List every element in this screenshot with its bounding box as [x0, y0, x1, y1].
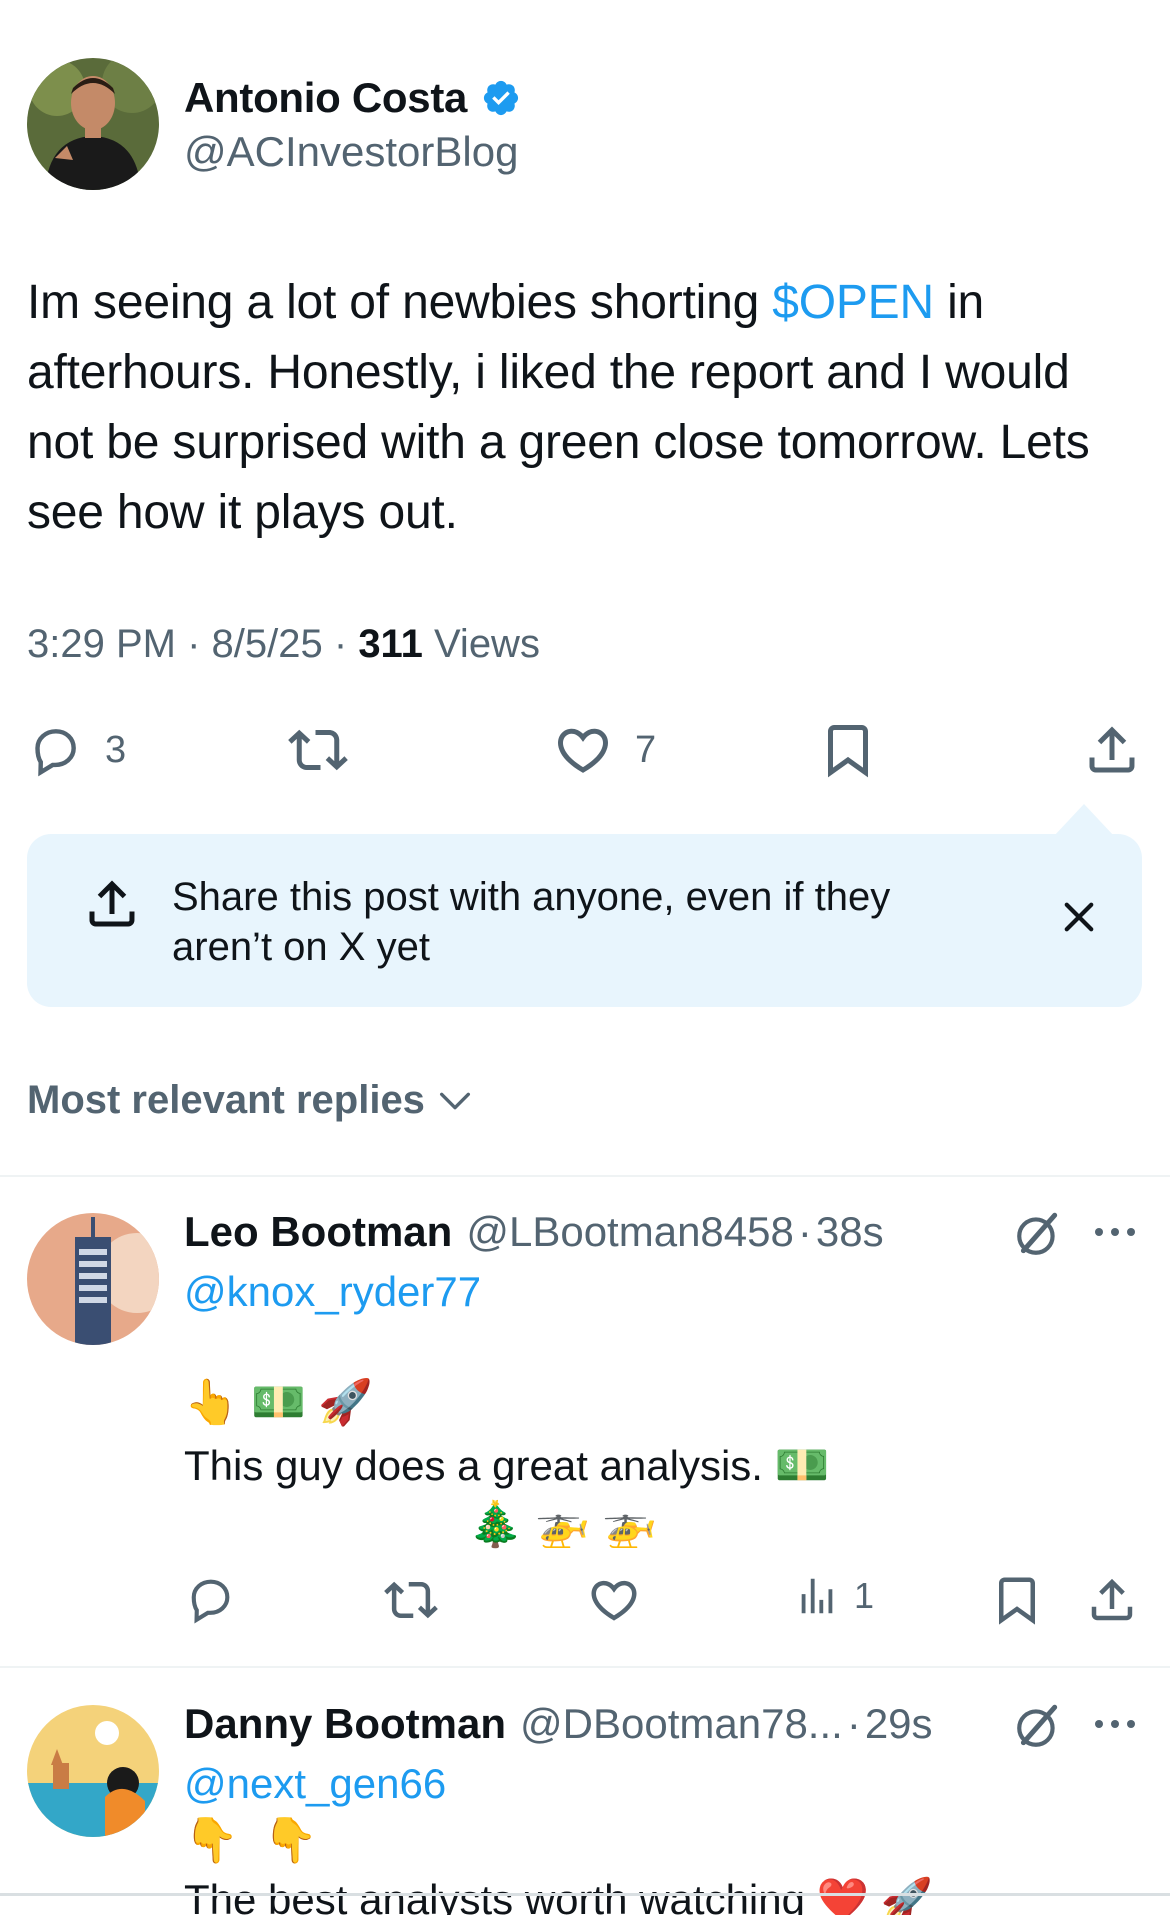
reply-repost-button[interactable] [384, 1573, 438, 1627]
share-icon [1085, 1573, 1139, 1627]
reply-like-button[interactable] [587, 1573, 641, 1627]
reply-text-content: This guy does a great analysis. [184, 1442, 763, 1489]
reply-emoji-line: 🎄 🚁 🚁 [468, 1500, 657, 1549]
grok-icon[interactable] [1013, 1209, 1063, 1259]
share-banner: Share this post with anyone, even if the… [27, 804, 1142, 1007]
divider [0, 1175, 1170, 1177]
reply-icon [184, 1573, 236, 1625]
bookmark-icon [990, 1573, 1044, 1627]
author-name-text: Antonio Costa [184, 74, 468, 121]
reply-bookmark-button[interactable] [990, 1573, 1044, 1627]
verified-badge-icon [481, 78, 521, 118]
repost-icon [384, 1573, 438, 1627]
reply-time[interactable]: 29s [865, 1700, 933, 1748]
reply-share-button[interactable] [1085, 1573, 1139, 1627]
reply-action[interactable]: 3 [27, 715, 126, 785]
reply-mention[interactable]: @knox_ryder77 [184, 1268, 481, 1316]
reply-time[interactable]: 38s [816, 1208, 884, 1256]
author-name[interactable]: Antonio Costa [184, 74, 521, 122]
reply-author-name[interactable]: Leo Bootman [184, 1208, 452, 1256]
like-icon [587, 1573, 641, 1627]
reply-emoji-line: 👇 👇 [184, 1816, 324, 1865]
reply-views-button[interactable]: 1 [794, 1573, 874, 1619]
reply-count: 3 [105, 728, 127, 771]
like-icon [553, 720, 613, 780]
more-icon[interactable] [1092, 1714, 1138, 1734]
share-icon [1082, 720, 1142, 780]
reply-author-name[interactable]: Danny Bootman [184, 1700, 506, 1748]
post-meta: 3:29 PM · 8/5/25 · 311 Views [27, 622, 540, 666]
like-action[interactable]: 7 [553, 715, 656, 785]
reply-header: Danny Bootman @DBootman78... · 29s [184, 1700, 933, 1748]
author-handle[interactable]: @ACInvestorBlog [184, 128, 518, 176]
reply-text: This guy does a great analysis. 💵 [184, 1438, 829, 1494]
reply-author-handle[interactable]: @DBootman78... [520, 1700, 843, 1748]
cashtag-link[interactable]: $OPEN [772, 276, 934, 329]
reply-mention[interactable]: @next_gen66 [184, 1760, 446, 1808]
repost-action[interactable] [288, 715, 348, 785]
replies-sort-dropdown[interactable]: Most relevant replies [27, 1078, 475, 1123]
reply-actions: 1 [0, 1573, 1170, 1633]
reply-author-handle[interactable]: @LBootman8458 [466, 1208, 794, 1256]
reply-emoji-line: 👆 💵 🚀 [184, 1378, 373, 1427]
replies-sort-label: Most relevant replies [27, 1078, 425, 1122]
bookmark-icon [818, 720, 878, 780]
like-count: 7 [635, 728, 657, 771]
grok-icon[interactable] [1013, 1701, 1063, 1751]
repost-icon [288, 720, 348, 780]
post-time[interactable]: 3:29 PM [27, 622, 176, 666]
divider [0, 1666, 1170, 1668]
bookmark-action[interactable] [818, 715, 878, 785]
reply-views-count: 1 [854, 1575, 875, 1616]
reply-icon [27, 722, 83, 778]
share-icon [82, 874, 142, 934]
share-banner-text[interactable]: Share this post with anyone, even if the… [172, 872, 992, 972]
views-icon [794, 1573, 840, 1619]
views-label: Views [433, 622, 540, 666]
views-count: 311 [358, 622, 423, 666]
post-text-part-1: Im seeing a lot of newbies shorting [27, 276, 773, 329]
close-icon[interactable] [1058, 896, 1100, 938]
share-action[interactable] [1082, 715, 1142, 785]
post-text: Im seeing a lot of newbies shorting $OPE… [27, 268, 1137, 548]
chevron-down-icon [435, 1081, 475, 1121]
reply-reply-button[interactable] [184, 1573, 236, 1625]
post-date[interactable]: 8/5/25 [212, 622, 323, 666]
money-emoji: 💵 [774, 1441, 830, 1490]
more-icon[interactable] [1092, 1222, 1138, 1242]
reply-header: Leo Bootman @LBootman8458 · 38s [184, 1208, 884, 1256]
bottom-divider [0, 1893, 1170, 1896]
author-avatar[interactable] [27, 58, 159, 190]
reply-avatar[interactable] [27, 1705, 159, 1837]
reply-avatar[interactable] [27, 1213, 159, 1345]
banner-caret [1054, 804, 1114, 836]
